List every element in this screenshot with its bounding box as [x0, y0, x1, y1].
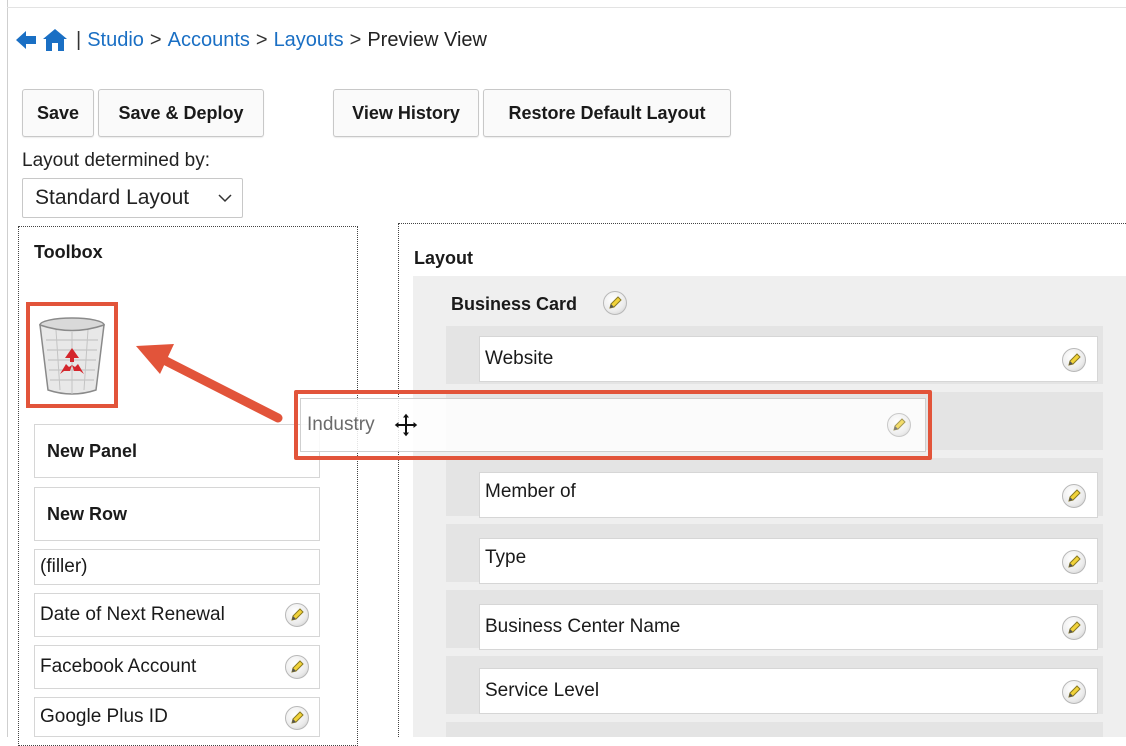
save-deploy-button[interactable]: Save & Deploy: [98, 89, 264, 137]
layout-field[interactable]: Member of: [479, 472, 1098, 518]
breadcrumb-current: Preview View: [367, 28, 487, 51]
pencil-icon[interactable]: [1062, 680, 1086, 704]
pencil-icon[interactable]: [887, 413, 911, 437]
field-label: Business Center Name: [485, 616, 681, 637]
pencil-icon[interactable]: [1062, 348, 1086, 372]
layout-field[interactable]: Type: [479, 538, 1098, 584]
layout-field[interactable]: Business Center Name: [479, 604, 1098, 650]
pencil-icon[interactable]: [1062, 616, 1086, 640]
move-cursor-icon: [393, 412, 419, 444]
pencil-icon[interactable]: [1062, 484, 1086, 508]
back-arrow-icon[interactable]: [14, 28, 38, 52]
new-panel-item[interactable]: New Panel: [34, 424, 320, 478]
breadcrumb-separator: |: [76, 28, 82, 51]
toolbox-title: Toolbox: [34, 242, 103, 262]
chevron-down-icon: [218, 190, 232, 207]
home-icon[interactable]: [42, 28, 67, 52]
pencil-icon[interactable]: [285, 603, 309, 627]
field-label: Type: [485, 547, 527, 568]
breadcrumb-studio-link[interactable]: Studio: [87, 29, 144, 52]
breadcrumb-arrow: >: [149, 28, 162, 51]
toolbox-field[interactable]: Date of Next Renewal: [34, 593, 320, 637]
new-row-item[interactable]: New Row: [34, 487, 320, 541]
restore-default-layout-button[interactable]: Restore Default Layout: [483, 89, 731, 137]
layout-determined-by-label: Layout determined by:: [22, 150, 211, 171]
field-label: Service Level: [485, 680, 600, 701]
field-label: Facebook Account: [40, 656, 197, 677]
breadcrumb-layouts-link[interactable]: Layouts: [274, 29, 344, 52]
pencil-icon[interactable]: [603, 291, 627, 315]
toolbox-field[interactable]: Facebook Account: [34, 645, 320, 689]
field-label: Member of: [485, 481, 576, 502]
left-border: [7, 0, 8, 737]
layout-field[interactable]: Service Level: [479, 668, 1098, 714]
layout-select[interactable]: Standard Layout: [22, 178, 243, 218]
breadcrumb-accounts-link[interactable]: Accounts: [168, 29, 250, 52]
layout-select-value: Standard Layout: [35, 186, 190, 209]
field-label: Date of Next Renewal: [40, 604, 225, 625]
arrow-annotation: [130, 338, 290, 433]
pencil-icon[interactable]: [285, 706, 309, 730]
field-label: Website: [485, 348, 554, 369]
breadcrumb-arrow: >: [255, 28, 268, 51]
field-label: Industry: [307, 414, 375, 435]
breadcrumb-arrow: >: [349, 28, 362, 51]
field-label: Google Plus ID: [40, 706, 168, 727]
toolbox-field[interactable]: Google Plus ID: [34, 697, 320, 737]
top-border: [7, 7, 1126, 8]
panel-name: Business Card: [451, 294, 578, 314]
view-history-button[interactable]: View History: [333, 89, 479, 137]
breadcrumb: | Studio > Accounts > Layouts > Preview …: [14, 22, 487, 58]
recycle-bin-icon[interactable]: [36, 316, 108, 401]
layout-title: Layout: [414, 248, 474, 268]
dragged-field[interactable]: Industry: [300, 398, 926, 452]
layout-field[interactable]: Website: [479, 336, 1098, 382]
layout-row: [446, 722, 1103, 737]
filler-item[interactable]: (filler): [34, 549, 320, 585]
pencil-icon[interactable]: [1062, 550, 1086, 574]
pencil-icon[interactable]: [285, 655, 309, 679]
save-button[interactable]: Save: [22, 89, 94, 137]
